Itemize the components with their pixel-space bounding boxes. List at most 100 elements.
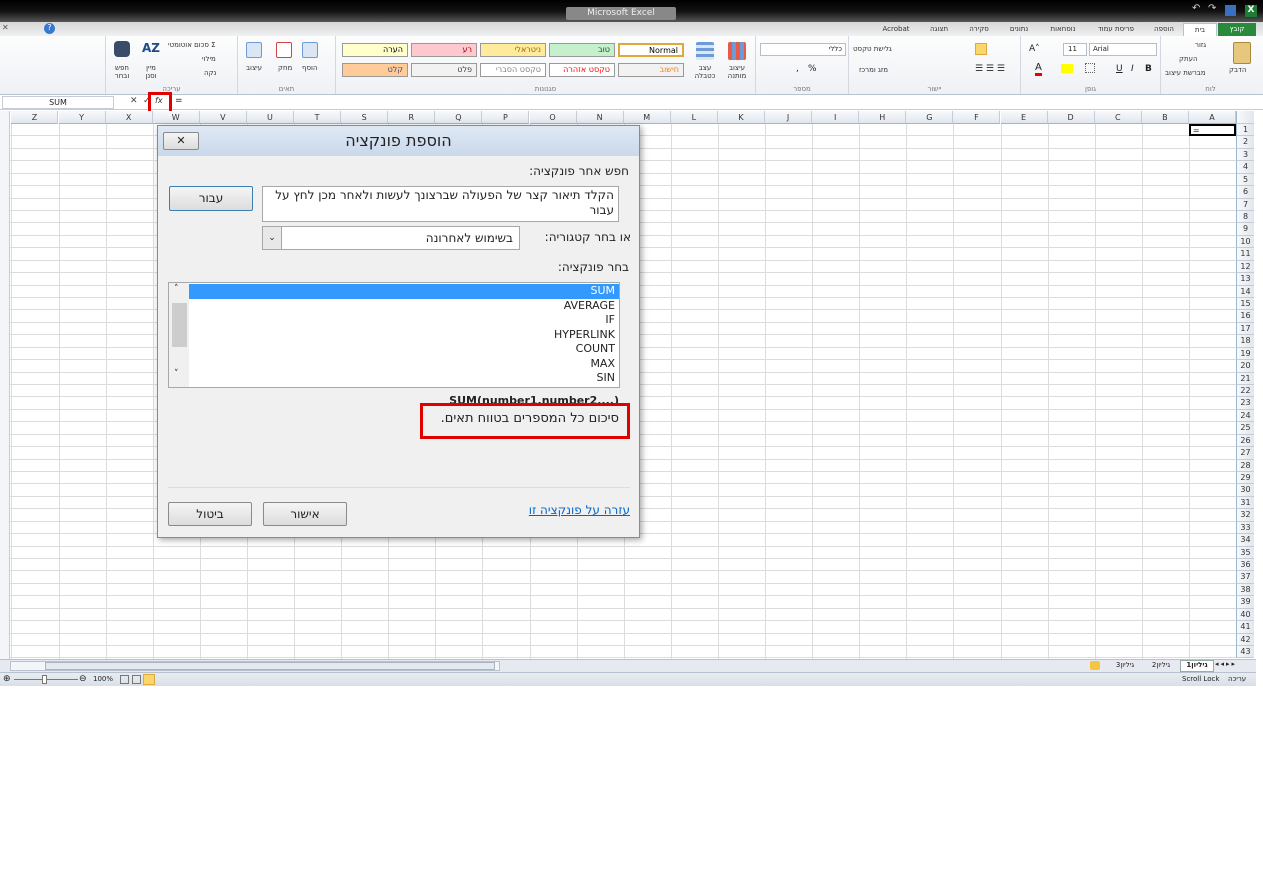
row-header[interactable]: 33 [1236,521,1254,535]
row-header[interactable]: 5 [1236,173,1254,187]
cancel-button[interactable]: ביטול [168,502,252,526]
tab-data[interactable]: נתונים [1000,23,1038,36]
font-name-select[interactable]: Arial [1089,43,1157,56]
font-color-icon[interactable]: A [1035,62,1042,76]
row-header[interactable]: 42 [1236,633,1254,647]
paste-icon[interactable] [1233,42,1251,64]
cell-style[interactable]: טקסט הסברי [480,63,546,77]
zoom-slider-thumb[interactable] [42,675,47,684]
tab-home[interactable]: בית [1183,23,1217,36]
paste-button[interactable]: הדבק [1229,66,1246,74]
row-header[interactable]: 36 [1236,559,1254,572]
cell-style[interactable]: חישוב [618,63,684,77]
function-item[interactable]: COUNT [189,342,619,357]
row-header[interactable]: 13 [1236,273,1254,286]
zoom-in-icon[interactable]: ⊕ [3,674,11,684]
cell-style[interactable]: טקסט אזהרה [549,63,615,77]
column-header[interactable]: P [482,111,530,124]
zoom-level[interactable]: 100% [93,675,113,683]
borders-icon[interactable] [1085,63,1095,73]
category-select[interactable]: בשימוש לאחרונה ⌄ [262,226,520,250]
conditional-format-button[interactable]: עיצוב מותנה [722,64,752,80]
binoculars-icon[interactable] [114,41,130,57]
row-header[interactable]: 38 [1236,583,1254,597]
column-header[interactable]: Y [58,111,106,124]
sort-filter-button[interactable]: מיין וסנן [142,64,160,80]
row-header[interactable]: 18 [1236,335,1254,348]
list-scrollbar[interactable]: ˄ ˅ [169,283,189,387]
merge-center-button[interactable]: מזג ומרכז [859,66,888,74]
cancel-entry-icon[interactable]: ✕ [130,96,138,106]
page-break-view-icon[interactable] [143,674,155,685]
function-item[interactable]: IF [189,313,619,328]
row-header[interactable]: 1 [1236,124,1254,137]
column-header[interactable]: X [105,111,153,124]
row-header[interactable]: 24 [1236,409,1254,423]
formula-input[interactable]: = [175,96,1250,109]
delete-cells-icon[interactable] [276,42,292,58]
undo-icon[interactable]: ↶ [1192,3,1200,14]
column-header[interactable]: U [246,111,294,124]
row-header[interactable]: 8 [1236,211,1254,224]
column-header[interactable]: O [529,111,577,124]
function-item[interactable]: AVERAGE [189,299,619,314]
scroll-down-icon[interactable]: ˅ [174,369,179,379]
row-header[interactable]: 39 [1236,596,1254,609]
cell-style[interactable]: Normal [618,43,684,57]
redo-icon[interactable]: ↷ [1208,3,1216,14]
italic-button[interactable]: I [1131,64,1134,74]
format-cells-button[interactable]: עיצוב [246,64,262,72]
row-header[interactable]: 12 [1236,260,1254,274]
vertical-scrollbar[interactable] [0,111,10,659]
conditional-format-icon[interactable] [728,42,746,60]
column-header[interactable]: M [623,111,671,124]
row-header[interactable]: 14 [1236,285,1254,298]
row-header[interactable]: 9 [1236,223,1254,236]
align-middle-icon[interactable] [975,43,987,55]
sheet-tab-3[interactable]: גיליון3 [1108,661,1142,669]
function-item[interactable]: HYPERLINK [189,328,619,343]
go-button[interactable]: עבור [169,186,253,211]
cell-style[interactable]: הערה [342,43,408,57]
row-header[interactable]: 41 [1236,621,1254,634]
cell-style[interactable]: קלט [342,63,408,77]
column-header[interactable]: J [765,111,813,124]
row-header[interactable]: 16 [1236,310,1254,323]
column-header[interactable]: C [1094,111,1142,124]
column-header[interactable]: N [576,111,624,124]
close-button[interactable]: ✕ [163,132,199,150]
column-header[interactable]: A [1188,111,1236,124]
column-header[interactable]: S [341,111,389,124]
tab-review[interactable]: סקירה [960,23,998,36]
column-header[interactable]: V [199,111,247,124]
column-header[interactable]: E [1000,111,1048,124]
row-header[interactable]: 7 [1236,198,1254,211]
column-header[interactable]: Z [11,111,59,124]
function-list[interactable]: ˄ ˅ SUM AVERAGE IF HYPERLINK COUNT MAX SIN [168,282,620,388]
column-header[interactable]: D [1047,111,1095,124]
fill-color-icon[interactable] [1061,64,1073,73]
close-workbook-icon[interactable]: ✕ [2,23,9,32]
row-header[interactable]: 26 [1236,434,1254,448]
help-icon[interactable]: ? [44,23,55,34]
zoom-out-icon[interactable]: ⊖ [79,674,87,684]
row-header[interactable]: 28 [1236,459,1254,473]
autosum-button[interactable]: Σ סכום אוטומטי [168,41,216,49]
ok-button[interactable]: אישור [263,502,347,526]
sheet-tab-1[interactable]: גיליון1 [1180,660,1214,672]
tab-acrobat[interactable]: Acrobat [875,23,917,36]
sheet-nav-icons[interactable]: ◂◂▸▸ [1215,660,1237,668]
column-header[interactable]: I [812,111,860,124]
function-item[interactable]: SIN [189,371,619,386]
column-header[interactable]: Q [435,111,483,124]
chevron-down-icon[interactable]: ⌄ [263,227,282,249]
column-header[interactable]: T [294,111,342,124]
delete-cells-button[interactable]: מחק [278,64,292,72]
name-box[interactable]: SUM [2,96,114,109]
row-header[interactable]: 10 [1236,235,1254,249]
column-header[interactable]: H [859,111,907,124]
row-header[interactable]: 29 [1236,472,1254,485]
tab-page-layout[interactable]: פריסת עמוד [1088,23,1144,36]
row-header[interactable]: 15 [1236,298,1254,311]
row-header[interactable]: 21 [1236,372,1254,386]
